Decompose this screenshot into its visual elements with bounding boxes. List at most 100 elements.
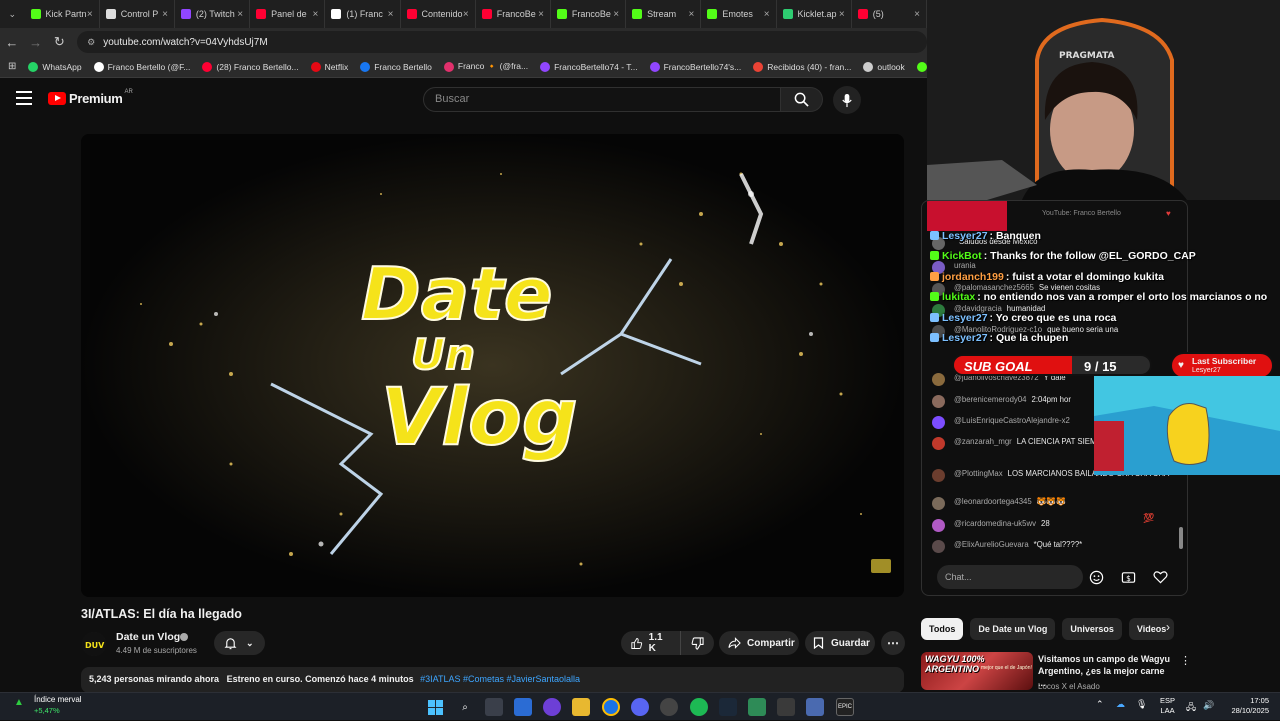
cloud-icon[interactable]: ☁ [1116, 699, 1125, 710]
copilot-icon[interactable] [543, 698, 561, 716]
reload-icon[interactable]: ↻ [47, 34, 71, 50]
super-chat-icon[interactable]: $ [1119, 568, 1137, 586]
spotify-icon[interactable] [690, 698, 708, 716]
browser-tab[interactable]: (2) Twitch × [175, 0, 251, 28]
browser-tab[interactable]: Kick Partn × [25, 0, 100, 28]
chat-scrollbar[interactable] [1179, 527, 1183, 549]
heart-outline-icon[interactable] [1151, 568, 1169, 586]
bookmark-item[interactable]: Franco 🔸 (@fra... [443, 61, 528, 72]
like-button[interactable]: 1.1 K [621, 631, 682, 655]
chat-avatar[interactable] [932, 437, 945, 450]
network-app-icon[interactable] [777, 698, 795, 716]
browser-tab[interactable]: FrancoBe × [476, 0, 551, 28]
bookmark-item[interactable]: Franco Bertello [360, 61, 432, 72]
browser-tab[interactable]: Panel de × [250, 0, 326, 28]
steam-icon[interactable] [719, 698, 737, 716]
chat-avatar[interactable] [932, 469, 945, 482]
chat-author[interactable]: @leonardoortega4345 [954, 497, 1032, 506]
task-view-icon[interactable] [485, 698, 503, 716]
chat-avatar[interactable] [932, 395, 945, 408]
chat-avatar[interactable] [932, 519, 945, 532]
close-tab-icon[interactable]: × [839, 9, 845, 20]
close-tab-icon[interactable]: × [538, 9, 544, 20]
filter-chip[interactable]: De Date un Vlog [970, 618, 1056, 640]
more-actions-icon[interactable]: ⋯ [881, 631, 905, 655]
epic-games-icon[interactable]: EPIC [836, 698, 854, 716]
channel-name[interactable]: Date un Vlog [116, 631, 180, 643]
chat-author[interactable]: @zanzarah_mgr [954, 437, 1012, 446]
chevron-up-icon[interactable]: ⌃ [1096, 699, 1104, 710]
chat-input[interactable]: Chat... [937, 565, 1083, 589]
chat-avatar[interactable] [932, 416, 945, 429]
search-icon[interactable]: ⌕ [456, 698, 474, 716]
recommendation-thumbnail[interactable]: WAGYU 100% ARGENTINO mejor que el de Jap… [921, 652, 1033, 690]
site-info-icon[interactable]: ⚙ [87, 37, 95, 48]
apps-icon[interactable]: ⊞ [8, 61, 16, 72]
bookmark-item[interactable]: Franco Bertello (@F... [93, 61, 190, 72]
bookmark-item[interactable]: Aler [916, 61, 927, 72]
recommendation-channel[interactable]: Locos X el Asado [1038, 682, 1100, 691]
close-tab-icon[interactable]: × [162, 9, 168, 20]
obs-icon[interactable] [660, 698, 678, 716]
network-icon[interactable]: 🖧 [1186, 700, 1196, 716]
channel-avatar[interactable]: DUV [82, 632, 106, 656]
hamburger-menu-icon[interactable] [16, 91, 32, 107]
chat-author[interactable]: @ElixAurelioGuevara [954, 540, 1029, 549]
search-input[interactable]: Buscar [423, 87, 781, 112]
app-icon[interactable] [748, 698, 766, 716]
bookmark-item[interactable]: WhatsApp [28, 61, 82, 72]
hashtags[interactable]: #3IATLAS #Cometas #JavierSantaolalla [420, 674, 580, 684]
filter-chip[interactable]: Universos [1062, 618, 1122, 640]
close-tab-icon[interactable]: × [312, 9, 318, 20]
share-button[interactable]: Compartir [719, 631, 799, 655]
forward-icon[interactable]: → [24, 35, 48, 50]
voice-search-button[interactable] [833, 86, 861, 114]
browser-tab[interactable]: Contenido × [401, 0, 476, 28]
discord-icon[interactable] [631, 698, 649, 716]
browser-tab[interactable]: Kicklet.ap × [777, 0, 852, 28]
browser-tab[interactable]: FrancoBe × [551, 0, 627, 28]
windows-start-icon[interactable] [426, 698, 444, 716]
save-button[interactable]: Guardar [805, 631, 875, 655]
language-indicator[interactable]: ESP LAA [1160, 696, 1175, 716]
youtube-logo[interactable]: Premium AR [48, 89, 133, 106]
description-box[interactable]: 5,243 personas mirando ahora Estreno en … [81, 667, 904, 693]
url-field[interactable]: ⚙ youtube.com/watch?v=04VyhdsUj7M [77, 31, 928, 53]
browser-tab[interactable]: Emotes × [701, 0, 777, 28]
volume-icon[interactable]: 🔊 [1203, 700, 1214, 711]
search-button[interactable] [781, 87, 823, 112]
browser-tab[interactable]: (5) × [852, 0, 927, 28]
chat-author[interactable]: @LuisEnriqueCastroAlejandre-x2 [954, 416, 1070, 425]
close-tab-icon[interactable]: × [613, 9, 619, 20]
close-tab-icon[interactable]: × [87, 9, 93, 20]
chat-avatar[interactable] [932, 497, 945, 510]
bookmark-item[interactable]: FrancoBertello74 - T... [540, 61, 638, 72]
close-tab-icon[interactable]: × [463, 9, 469, 20]
chat-avatar[interactable] [932, 373, 945, 386]
chat-avatar[interactable] [932, 540, 945, 553]
emoji-icon[interactable] [1087, 568, 1105, 586]
filter-chip[interactable]: Todos [921, 618, 964, 640]
bookmark-item[interactable]: FrancoBertello74's... [649, 61, 741, 72]
close-tab-icon[interactable]: × [764, 9, 770, 20]
bookmark-item[interactable]: (28) Franco Bertello... [202, 61, 299, 72]
chevron-right-icon[interactable]: › [1166, 620, 1170, 634]
browser-tab[interactable]: (1) Franc × [325, 0, 401, 28]
chat-author[interactable]: @ricardomedina-uk5wv [954, 519, 1036, 528]
bookmark-item[interactable]: Netflix [310, 61, 348, 72]
chrome-icon[interactable] [602, 698, 620, 716]
close-tab-icon[interactable]: × [237, 9, 243, 20]
bookmark-item[interactable]: outlook [863, 61, 905, 72]
video-player[interactable]: Date Un Vlog [81, 134, 904, 597]
browser-tab[interactable]: Control P × [100, 0, 175, 28]
back-icon[interactable]: ← [0, 35, 24, 50]
close-tab-icon[interactable]: × [388, 9, 394, 20]
close-tab-icon[interactable]: × [914, 9, 920, 20]
tab-search-button[interactable]: ⌄ [0, 0, 25, 28]
dislike-button[interactable] [681, 631, 714, 655]
clock[interactable]: 17:05 28/10/2025 [1224, 696, 1269, 716]
mic-tray-icon[interactable]: 🎙 [1136, 699, 1147, 710]
monitor-app-icon[interactable] [806, 698, 824, 716]
chat-author[interactable]: urania [954, 261, 976, 270]
store-icon[interactable] [514, 698, 532, 716]
